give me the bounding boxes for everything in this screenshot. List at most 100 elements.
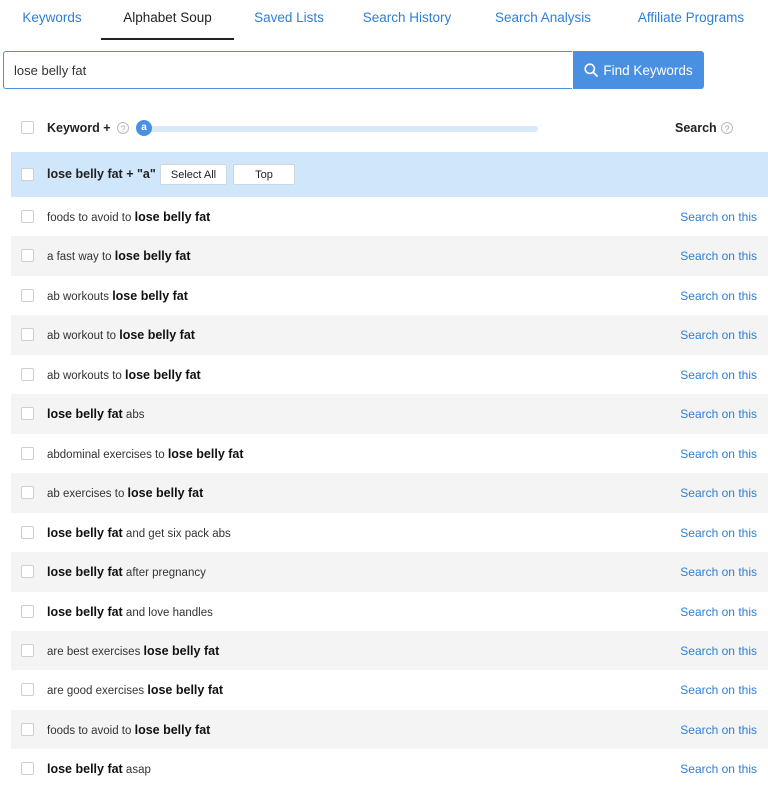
- keyword-seed-bold: lose belly fat: [47, 604, 123, 619]
- row-checkbox[interactable]: [21, 643, 34, 657]
- search-on-this-link[interactable]: Search on this: [680, 565, 757, 579]
- keyword-row: lose belly fat and get six pack abs Searc…: [11, 513, 768, 553]
- row-checkbox[interactable]: [21, 683, 34, 697]
- group-header-row: lose belly fat + "a" Select All Top: [11, 152, 768, 197]
- keyword-text: lose belly fat after pregnancy: [47, 565, 206, 579]
- select-all-checkbox[interactable]: [21, 121, 34, 134]
- keyword-prefix: a fast way to: [47, 251, 115, 264]
- keyword-seed-bold: lose belly fat: [112, 288, 188, 303]
- keyword-text: are good exercises lose belly fat: [47, 683, 223, 697]
- search-on-this-link[interactable]: Search on this: [680, 328, 757, 342]
- keyword-row: are good exercises lose belly fat Search …: [11, 670, 768, 710]
- keyword-row: foods to avoid to lose belly fat Search o…: [11, 709, 768, 750]
- search-help-icon[interactable]: ?: [721, 122, 733, 134]
- search-on-this-link[interactable]: Search on this: [680, 210, 757, 224]
- keyword-row: ab workouts to lose belly fat Search on t…: [11, 355, 768, 395]
- keyword-row: ab workouts lose belly fat Search on this: [11, 276, 768, 316]
- tab-saved-lists[interactable]: Saved Lists: [254, 0, 324, 38]
- keyword-seed-bold: lose belly fat: [47, 407, 123, 422]
- search-column-header: Search: [675, 121, 717, 135]
- search-on-this-link[interactable]: Search on this: [680, 447, 757, 461]
- keyword-seed-bold: lose belly fat: [47, 762, 123, 777]
- keyword-help-icon[interactable]: ?: [117, 122, 129, 134]
- row-checkbox[interactable]: [21, 288, 34, 302]
- keyword-row: abdominal exercises to lose belly fat Sea…: [11, 434, 768, 474]
- results-panel: Keyword + ? a Search ? lose belly fat + …: [3, 97, 768, 776]
- select-all-button[interactable]: Select All: [160, 164, 227, 185]
- tab-affiliate-programs[interactable]: Affiliate Programs: [636, 0, 746, 38]
- search-on-this-link[interactable]: Search on this: [680, 762, 757, 776]
- keyword-suffix: after pregnancy: [122, 567, 206, 580]
- row-checkbox[interactable]: [21, 722, 34, 736]
- tab-alphabet-soup[interactable]: Alphabet Soup: [101, 0, 234, 40]
- results-header: Keyword + ? a Search ?: [3, 97, 768, 152]
- keyword-prefix: ab workouts to: [47, 369, 125, 382]
- keyword-seed-bold: lose belly fat: [119, 328, 195, 343]
- row-checkbox[interactable]: [21, 407, 34, 421]
- alphabet-slider-handle[interactable]: a: [136, 120, 152, 136]
- keyword-text: lose belly fat and love handles: [47, 605, 213, 619]
- tab-search-history[interactable]: Search History: [362, 0, 452, 38]
- search-on-this-link[interactable]: Search on this: [680, 407, 757, 421]
- keyword-prefix: are best exercises: [47, 645, 144, 658]
- keyword-prefix: abdominal exercises to: [47, 448, 168, 461]
- row-checkbox[interactable]: [21, 565, 34, 579]
- row-checkbox[interactable]: [21, 367, 34, 381]
- keyword-text: lose belly fat asap: [47, 762, 151, 776]
- row-checkbox[interactable]: [21, 762, 34, 776]
- keyword-text: lose belly fat abs: [47, 407, 144, 421]
- keyword-row: lose belly fat after pregnancy Search on …: [11, 552, 768, 592]
- keyword-row: lose belly fat asap Search on this: [11, 749, 768, 789]
- alphabet-slider-track[interactable]: [144, 126, 538, 132]
- keyword-seed-bold: lose belly fat: [147, 683, 224, 698]
- group-checkbox[interactable]: [21, 168, 34, 181]
- keyword-text: foods to avoid to lose belly fat: [47, 723, 210, 737]
- keyword-text: are best exercises lose belly fat: [47, 644, 219, 658]
- find-keywords-button[interactable]: Find Keywords: [573, 51, 704, 89]
- keyword-suffix: asap: [122, 764, 151, 777]
- top-tab-bar: Keywords Alphabet Soup Saved Lists Searc…: [0, 0, 768, 40]
- search-on-this-link[interactable]: Search on this: [680, 486, 757, 500]
- keyword-seed-bold: lose belly fat: [127, 486, 204, 501]
- search-on-this-link[interactable]: Search on this: [680, 526, 757, 540]
- keyword-prefix: are good exercises: [47, 685, 148, 698]
- search-on-this-link[interactable]: Search on this: [680, 605, 757, 619]
- keyword-prefix: ab exercises to: [47, 488, 128, 501]
- search-icon: [584, 63, 599, 77]
- keyword-search-input[interactable]: [3, 51, 572, 89]
- search-bar: Find Keywords: [3, 51, 704, 89]
- keyword-text: abdominal exercises to lose belly fat: [47, 447, 244, 461]
- tab-search-analysis[interactable]: Search Analysis: [495, 0, 591, 38]
- search-on-this-link[interactable]: Search on this: [680, 723, 757, 737]
- row-checkbox[interactable]: [21, 328, 34, 342]
- row-checkbox[interactable]: [21, 210, 34, 223]
- keyword-text: foods to avoid to lose belly fat: [47, 210, 210, 224]
- row-checkbox[interactable]: [21, 249, 34, 263]
- keyword-row: ab exercises to lose belly fat Search on …: [11, 473, 768, 513]
- tab-keywords[interactable]: Keywords: [22, 0, 82, 38]
- keyword-row: are best exercises lose belly fat Search …: [11, 630, 768, 671]
- find-keywords-label: Find Keywords: [603, 62, 693, 78]
- keyword-column-header: Keyword +: [47, 121, 111, 135]
- search-on-this-link[interactable]: Search on this: [680, 368, 757, 382]
- search-on-this-link[interactable]: Search on this: [680, 249, 757, 263]
- search-on-this-link[interactable]: Search on this: [680, 683, 757, 697]
- search-on-this-link[interactable]: Search on this: [680, 289, 757, 303]
- keyword-prefix: ab workouts: [47, 290, 113, 303]
- keyword-text: ab workouts lose belly fat: [47, 289, 188, 303]
- row-checkbox[interactable]: [21, 525, 34, 539]
- keyword-row: lose belly fat and love handles Search on…: [11, 592, 768, 632]
- group-label: lose belly fat + "a": [47, 167, 156, 181]
- keyword-text: a fast way to lose belly fat: [47, 249, 191, 263]
- row-checkbox[interactable]: [21, 604, 34, 618]
- keyword-prefix: ab workout to: [47, 330, 120, 343]
- row-checkbox[interactable]: [21, 446, 34, 460]
- top-button[interactable]: Top: [233, 164, 295, 185]
- row-checkbox[interactable]: [21, 486, 34, 500]
- keyword-seed-bold: lose belly fat: [124, 367, 201, 382]
- keyword-prefix: foods to avoid to: [47, 724, 135, 737]
- search-on-this-link[interactable]: Search on this: [680, 644, 757, 658]
- keyword-prefix: foods to avoid to: [47, 212, 135, 224]
- keyword-text: ab workout to lose belly fat: [47, 328, 195, 342]
- keyword-text: ab workouts to lose belly fat: [47, 368, 201, 382]
